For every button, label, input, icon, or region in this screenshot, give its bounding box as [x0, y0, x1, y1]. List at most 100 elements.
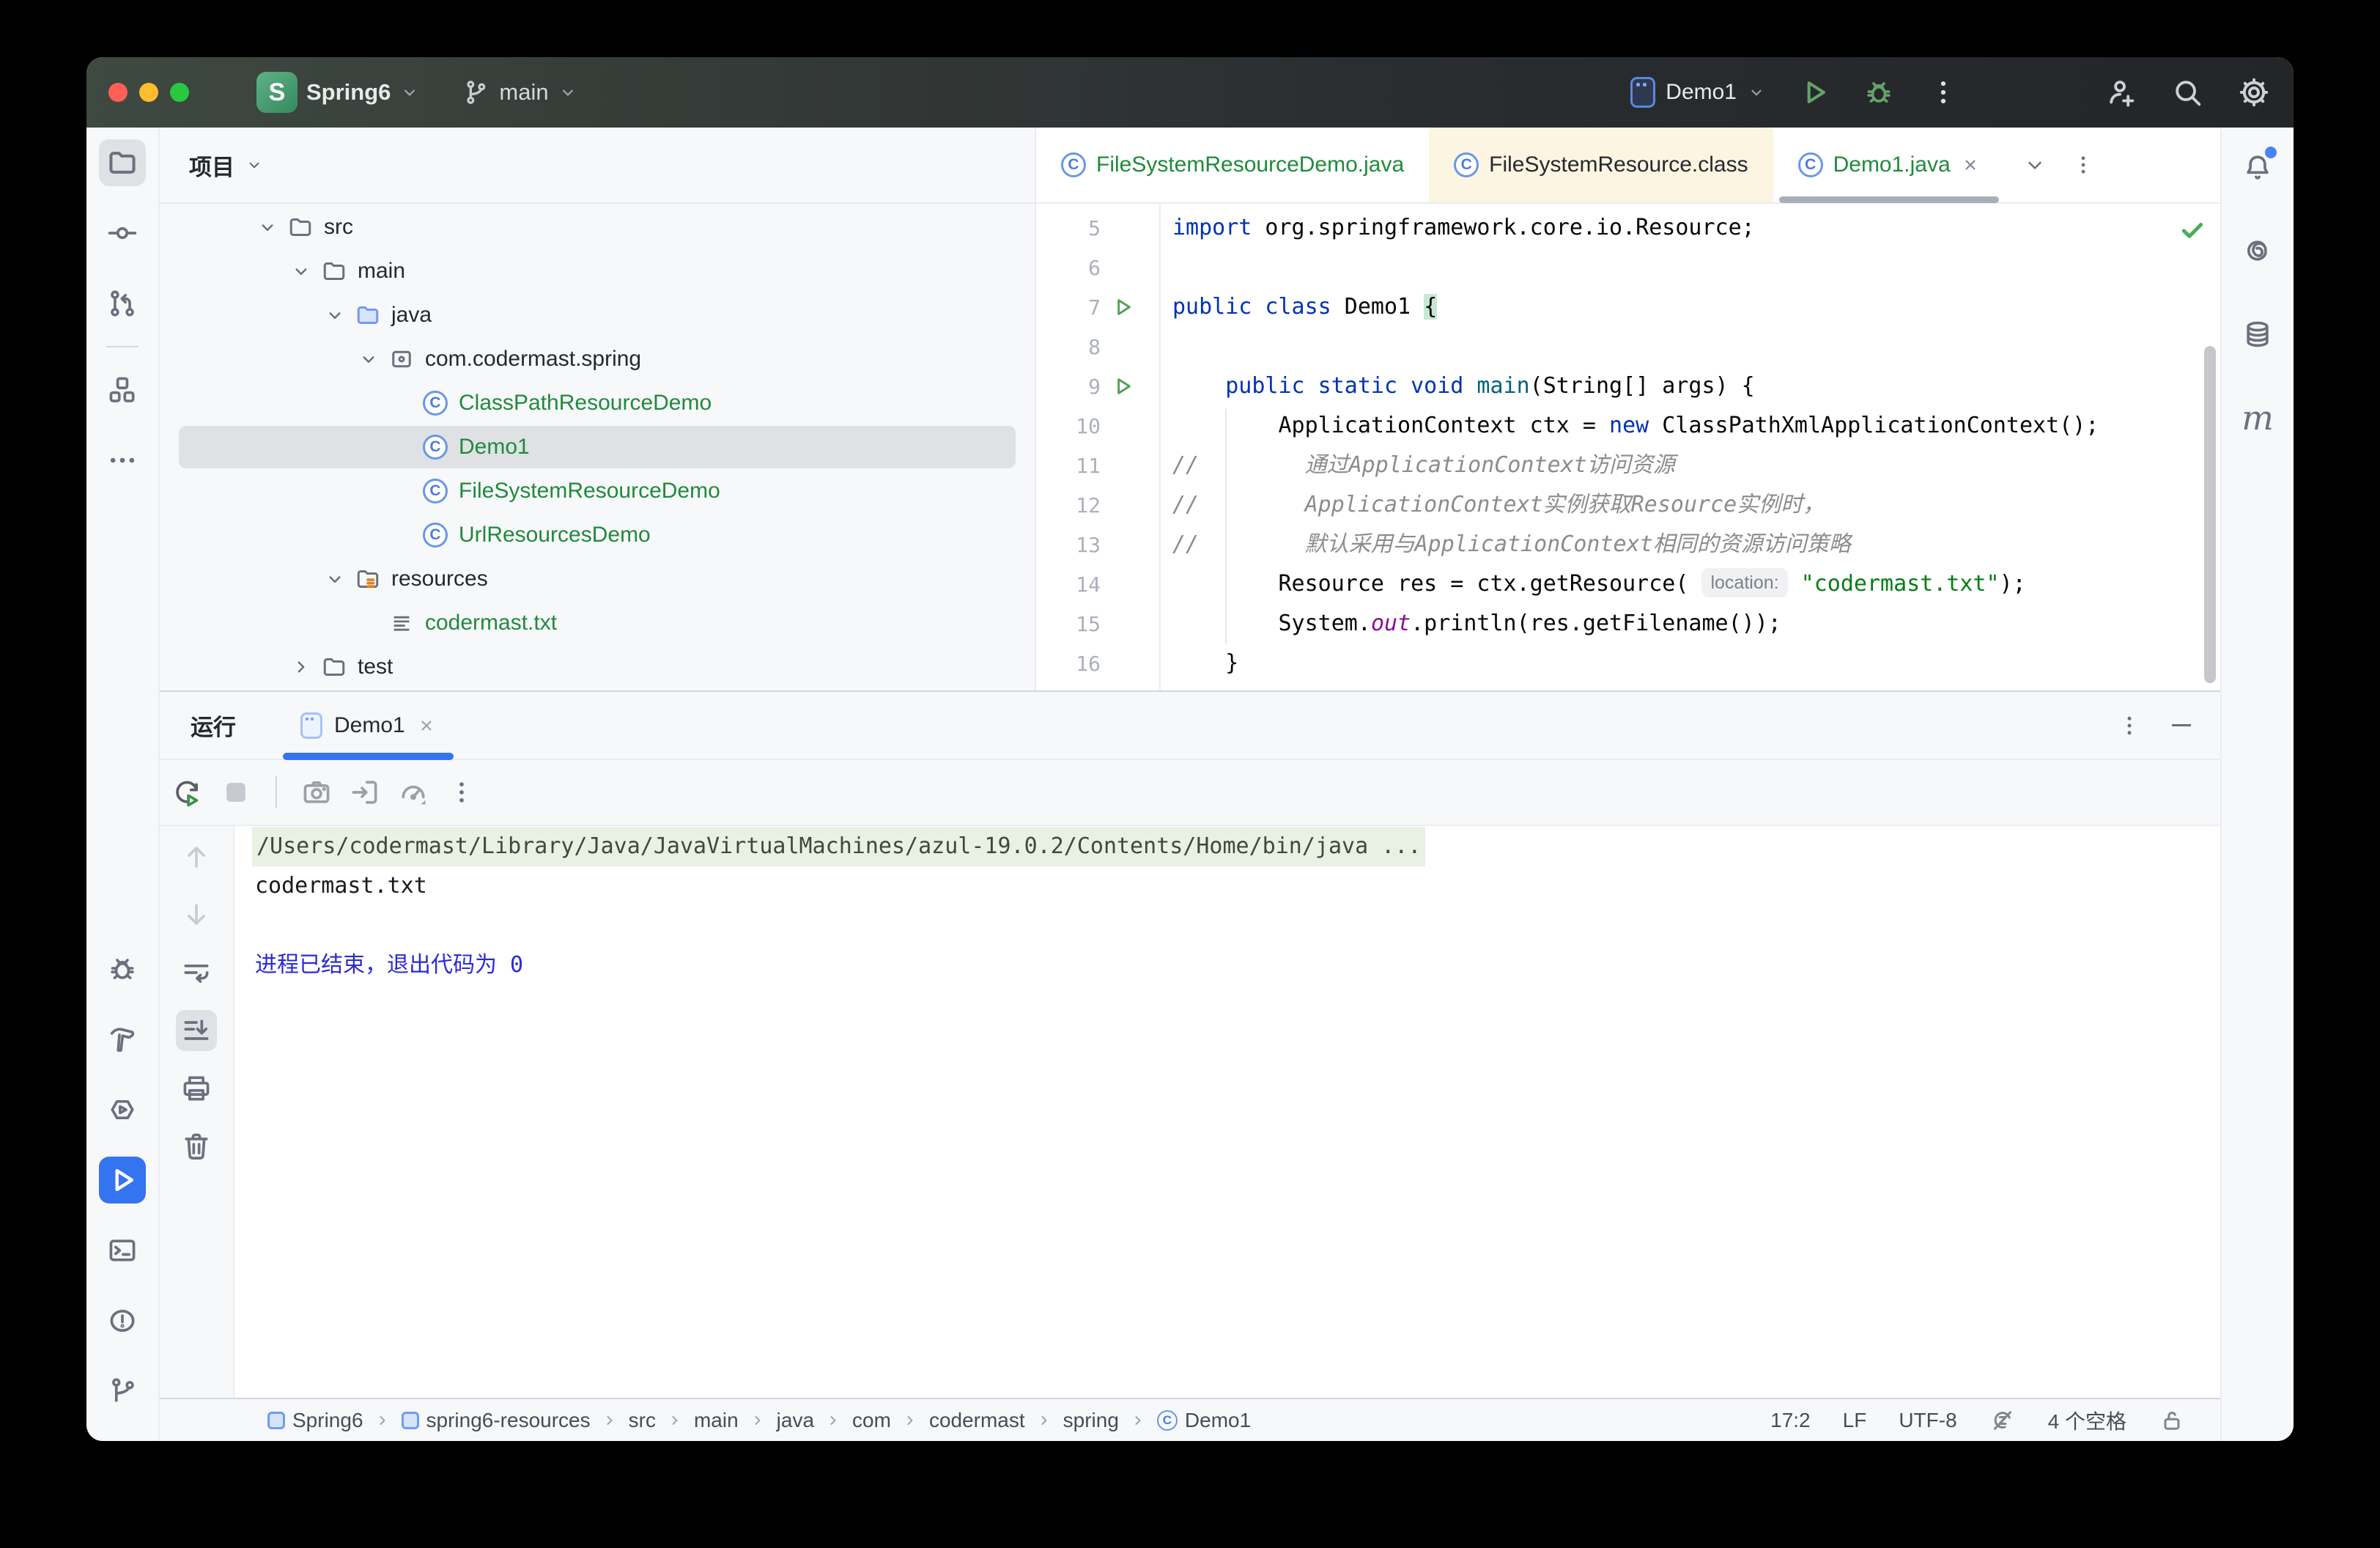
terminal-toolwindow-button[interactable]	[99, 1227, 146, 1274]
commit-toolwindow-button[interactable]	[99, 210, 146, 257]
build-toolwindow-button[interactable]	[99, 1016, 146, 1063]
clear-console-button[interactable]	[176, 1126, 217, 1167]
indent-guide	[1225, 409, 1227, 644]
close-icon[interactable]	[1961, 155, 1980, 174]
console-line-blank	[234, 906, 2220, 946]
spring-toolwindow-button[interactable]	[2234, 227, 2281, 274]
zoom-window-icon[interactable]	[170, 83, 189, 102]
chevron-down-icon[interactable]	[251, 216, 284, 238]
add-user-icon[interactable]	[2104, 75, 2138, 109]
tree-item-urlresourcesdemo[interactable]: CUrlResourcesDemo	[160, 513, 1035, 557]
chevron-down-icon	[1747, 83, 1766, 102]
lock-open-icon[interactable]	[2159, 1407, 2185, 1434]
breadcrumb-java[interactable]: java	[777, 1409, 814, 1432]
code-editor[interactable]: 5678910111213141516 import org.springfra…	[1036, 204, 2220, 690]
chevron-down-icon[interactable]	[2024, 154, 2046, 176]
prev-occurrence-button[interactable]	[176, 836, 217, 877]
tree-item-main[interactable]: main	[160, 249, 1035, 293]
run-console[interactable]: /Users/codermast/Library/Java/JavaVirtua…	[234, 826, 2220, 1398]
more-options-button[interactable]	[446, 776, 478, 808]
tree-item-java[interactable]: java	[160, 293, 1035, 337]
code-line-10: ApplicationContext ctx = new ClassPathXm…	[1172, 406, 2220, 446]
text-file-icon	[385, 611, 418, 635]
more-vertical-icon[interactable]	[1927, 76, 1959, 108]
breadcrumb-codermast[interactable]: codermast	[929, 1409, 1025, 1432]
stop-button[interactable]	[220, 776, 252, 808]
tree-item-test[interactable]: test	[160, 645, 1035, 689]
tree-item-filesystemresourcedemo[interactable]: CFileSystemResourceDemo	[160, 469, 1035, 513]
project-panel-header[interactable]: 项目	[160, 128, 1035, 204]
caret-position[interactable]: 17:2	[1770, 1409, 1811, 1432]
maven-toolwindow-button[interactable]: m	[2234, 394, 2281, 441]
tree-item-demo1[interactable]: CDemo1	[160, 425, 1035, 469]
breadcrumb-spring[interactable]: spring	[1063, 1409, 1119, 1432]
run-line-icon[interactable]	[1101, 375, 1145, 398]
print-button[interactable]	[176, 1068, 217, 1109]
chevron-down-icon[interactable]	[318, 304, 352, 326]
run-line-icon[interactable]	[1101, 295, 1145, 319]
line-number: 11	[1036, 454, 1101, 478]
breadcrumb-demo1[interactable]: CDemo1	[1157, 1409, 1251, 1432]
breadcrumb-spring6[interactable]: Spring6	[267, 1409, 363, 1432]
chevron-down-icon[interactable]	[352, 348, 385, 370]
problems-toolwindow-button[interactable]	[99, 1297, 146, 1344]
inspections-ok-icon[interactable]	[2178, 215, 2207, 245]
soft-wrap-button[interactable]	[176, 952, 217, 993]
run-configuration-selector[interactable]: Demo1	[1630, 77, 1766, 108]
close-window-icon[interactable]	[108, 83, 128, 102]
notifications-button[interactable]	[2234, 144, 2281, 191]
tree-item-com-codermast-spring[interactable]: com.codermast.spring	[160, 337, 1035, 381]
run-toolwindow-button[interactable]	[99, 1157, 146, 1204]
line-separator[interactable]: LF	[1843, 1409, 1867, 1432]
settings-gear-icon[interactable]	[2236, 75, 2272, 110]
scroll-to-end-button[interactable]	[176, 1010, 217, 1051]
branch-selector[interactable]: main	[461, 78, 577, 107]
minimize-window-icon[interactable]	[139, 83, 158, 102]
breadcrumb-main[interactable]: main	[694, 1409, 739, 1432]
run-tab-demo1[interactable]: Demo1	[283, 692, 454, 759]
version-control-toolwindow-button[interactable]	[99, 1368, 146, 1415]
indent-setting[interactable]: 4 个空格	[2048, 1406, 2126, 1435]
debug-icon[interactable]	[1863, 76, 1895, 108]
hide-toolwindow-icon[interactable]	[2172, 724, 2191, 726]
tree-item-resources[interactable]: resources	[160, 557, 1035, 601]
pull-request-toolwindow-button[interactable]	[99, 280, 146, 327]
memory-snapshot-button[interactable]	[300, 776, 333, 808]
proofread-icon[interactable]	[1989, 1407, 2016, 1434]
breadcrumb-spring6-resources[interactable]: spring6-resources	[402, 1409, 591, 1432]
tab-filesystemresource-class[interactable]: C FileSystemResource.class	[1429, 128, 1773, 202]
project-toolwindow-button[interactable]	[99, 139, 146, 186]
more-vertical-icon[interactable]	[2116, 712, 2143, 739]
tree-item-src[interactable]: src	[160, 205, 1035, 249]
module-icon	[402, 1412, 419, 1429]
chevron-right-icon[interactable]	[284, 656, 318, 678]
close-icon[interactable]	[417, 716, 436, 735]
file-encoding[interactable]: UTF-8	[1899, 1409, 1956, 1432]
attach-process-button[interactable]	[349, 776, 381, 808]
services-toolwindow-button[interactable]	[99, 1086, 146, 1133]
project-selector[interactable]: S Spring6	[256, 72, 420, 113]
more-vertical-icon[interactable]	[2071, 152, 2096, 177]
more-toolwindows-button[interactable]	[99, 437, 146, 484]
run-panel: 运行 Demo1	[160, 690, 2220, 1398]
tab-filesystemresourcedemo-java[interactable]: C FileSystemResourceDemo.java	[1036, 128, 1429, 202]
git-branch-icon	[106, 1375, 138, 1407]
rerun-button[interactable]	[171, 776, 204, 808]
tab-demo1-java[interactable]: C Demo1.java	[1773, 128, 2005, 202]
breadcrumb-com[interactable]: com	[852, 1409, 891, 1432]
run-icon[interactable]	[1798, 76, 1830, 108]
breadcrumb-src[interactable]: src	[629, 1409, 656, 1432]
database-toolwindow-button[interactable]	[2234, 311, 2281, 358]
search-icon[interactable]	[2170, 75, 2204, 109]
chevron-down-icon[interactable]	[318, 568, 352, 590]
editor-scrollbar[interactable]	[2204, 346, 2216, 683]
profiler-button[interactable]	[397, 776, 429, 808]
structure-toolwindow-button[interactable]	[99, 366, 146, 413]
tree-item-codermast-txt[interactable]: codermast.txt	[160, 601, 1035, 645]
debug-toolwindow-button[interactable]	[99, 946, 146, 992]
chevron-down-icon[interactable]	[284, 260, 318, 282]
tree-item-classpathresourcedemo[interactable]: CClassPathResourceDemo	[160, 381, 1035, 425]
next-occurrence-button[interactable]	[176, 894, 217, 935]
breadcrumb-separator-icon	[666, 1412, 684, 1429]
structure-icon	[106, 374, 138, 406]
